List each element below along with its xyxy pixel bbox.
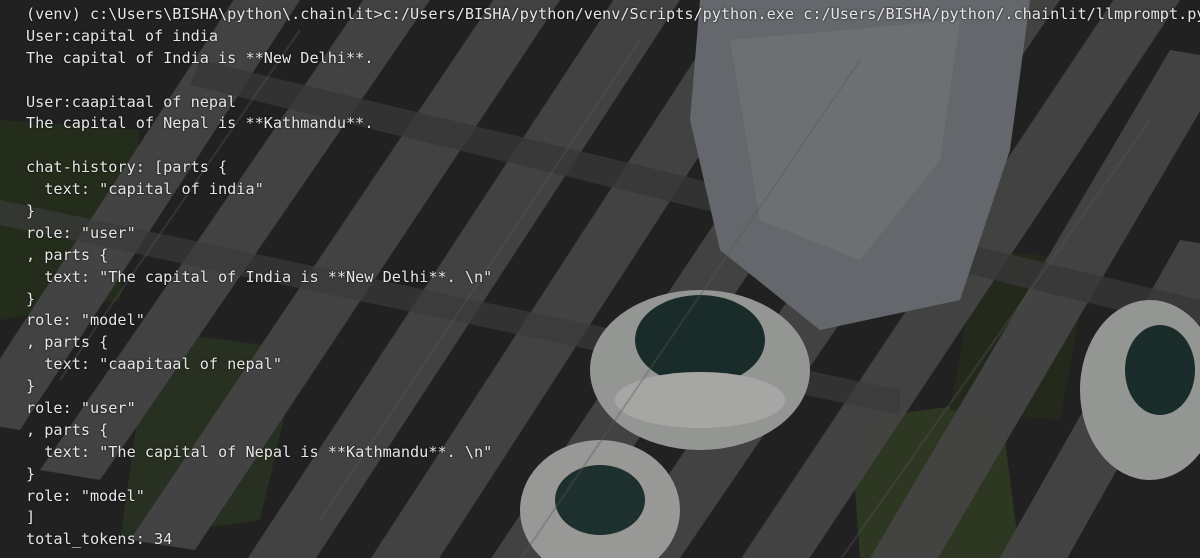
output-line: User:caapitaal of nepal xyxy=(26,92,237,111)
output-line: , parts { xyxy=(26,245,109,264)
output-line: role: "user" xyxy=(26,399,136,418)
output-line: , parts { xyxy=(26,420,109,439)
output-line: } xyxy=(26,289,36,308)
terminal-output[interactable]: (venv) c:\Users\BISHA\python\.chainlit>c… xyxy=(0,0,1200,551)
output-line: } xyxy=(26,464,36,483)
output-line: } xyxy=(26,202,36,221)
output-line: } xyxy=(26,377,36,396)
output-line: text: "The capital of Nepal is **Kathman… xyxy=(26,442,493,461)
output-line: chat-history: [parts { xyxy=(26,158,228,177)
terminal-window[interactable]: (venv) c:\Users\BISHA\python\.chainlit>c… xyxy=(0,0,1200,558)
output-line: , parts { xyxy=(26,333,109,352)
output-line: text: "capital of india" xyxy=(26,180,264,199)
output-line: text: "caapitaal of nepal" xyxy=(26,355,283,374)
output-line: role: "user" xyxy=(26,223,136,242)
output-line: User:capital of india xyxy=(26,26,219,45)
output-line: text: "The capital of India is **New Del… xyxy=(26,267,493,286)
output-line: role: "model" xyxy=(26,486,145,505)
output-line: ] xyxy=(26,508,36,527)
output-line: The capital of Nepal is **Kathmandu**. xyxy=(26,114,374,133)
output-line: role: "model" xyxy=(26,311,145,330)
output-line: The capital of India is **New Delhi**. xyxy=(26,48,374,67)
command-line: (venv) c:\Users\BISHA\python\.chainlit>c… xyxy=(26,5,1200,23)
output-line: total_tokens: 34 xyxy=(26,530,173,549)
